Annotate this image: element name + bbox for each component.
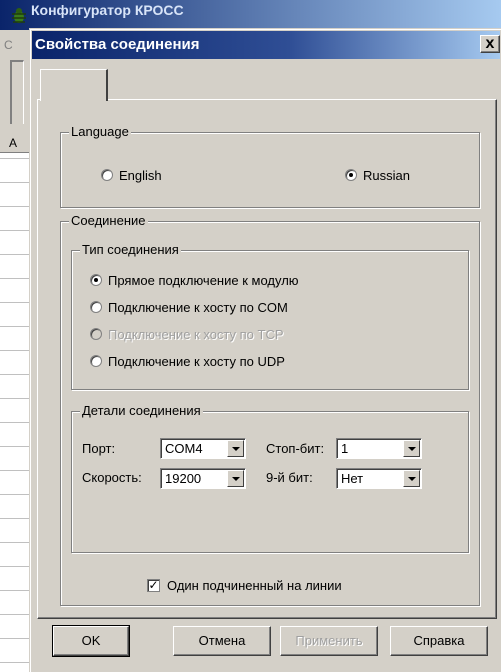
single-slave-checkbox[interactable]: ✓ Один подчиненный на линии [147, 577, 447, 595]
connection-type-legend: Тип соединения [80, 242, 181, 258]
radio-direct-module-label: Прямое подключение к модулю [108, 273, 299, 288]
ninth-bit-label: 9-й бит: [266, 470, 313, 485]
cancel-button[interactable]: Отмена [173, 626, 271, 656]
radio-host-tcp: Подключение к хосту по TCP [90, 326, 460, 344]
port-value: COM4 [165, 441, 203, 456]
port-select[interactable]: COM4 [160, 438, 246, 459]
dialog-title: Свойства соединения [35, 36, 200, 53]
ninth-bit-value: Нет [341, 471, 364, 486]
main-window-title: Конфигуратор КРОСС [31, 2, 184, 18]
radio-host-com-label: Подключение к хосту по COM [108, 300, 288, 315]
chevron-down-icon[interactable] [227, 470, 244, 487]
speed-select[interactable]: 19200 [160, 468, 246, 489]
dialog-titlebar[interactable]: Свойства соединения [32, 31, 500, 59]
radio-russian-circle[interactable] [345, 169, 357, 181]
radio-host-com[interactable]: Подключение к хосту по COM [90, 299, 460, 317]
radio-russian-label: Russian [363, 168, 410, 183]
close-button[interactable]: x [480, 35, 500, 53]
bug-app-icon [12, 8, 26, 23]
single-slave-label: Один подчиненный на линии [167, 578, 342, 593]
single-slave-checkbox-box[interactable]: ✓ [147, 579, 160, 592]
close-icon: x [485, 35, 495, 52]
connection-details-group: Детали соединения Порт: COM4 Стоп-бит: 1… [71, 403, 469, 553]
radio-host-tcp-label: Подключение к хосту по TCP [108, 327, 284, 342]
chevron-down-icon[interactable] [227, 440, 244, 457]
chevron-down-icon[interactable] [403, 470, 420, 487]
radio-russian[interactable]: Russian [345, 167, 465, 185]
chevron-down-icon[interactable] [403, 440, 420, 457]
tab-1[interactable] [40, 69, 108, 101]
radio-english[interactable]: English [101, 167, 221, 185]
connection-details-legend: Детали соединения [80, 403, 203, 419]
radio-direct-module[interactable]: Прямое подключение к модулю [90, 272, 460, 290]
connection-group: Соединение Тип соединения Прямое подключ… [60, 213, 480, 606]
radio-host-udp-label: Подключение к хосту по UDP [108, 354, 285, 369]
tab-page: Language English Russian Соединение Тип … [37, 99, 497, 619]
main-window-grid-header: А [0, 135, 30, 153]
speed-value: 19200 [165, 471, 202, 486]
radio-host-tcp-circle [90, 328, 102, 340]
main-window-grid [0, 135, 30, 672]
connection-legend: Соединение [69, 213, 148, 229]
stopbits-select[interactable]: 1 [336, 438, 422, 459]
connection-type-group: Тип соединения Прямое подключение к моду… [71, 242, 469, 390]
radio-host-udp-circle[interactable] [90, 355, 102, 367]
radio-host-com-circle[interactable] [90, 301, 102, 313]
main-window-panel [10, 60, 24, 124]
stopbits-label: Стоп-бит: [266, 441, 325, 456]
apply-button: Применить [280, 626, 378, 656]
radio-host-udp[interactable]: Подключение к хосту по UDP [90, 353, 460, 371]
language-legend: Language [69, 124, 131, 140]
connection-properties-dialog: Свойства соединения x Language English R… [29, 28, 501, 672]
ok-button[interactable]: OK [52, 625, 130, 657]
main-window-menu-fragment: С [4, 38, 13, 52]
radio-english-label: English [119, 168, 162, 183]
stopbits-value: 1 [341, 441, 349, 456]
speed-label: Скорость: [82, 470, 142, 485]
ninth-bit-select[interactable]: Нет [336, 468, 422, 489]
port-label: Порт: [82, 441, 116, 456]
help-button[interactable]: Справка [390, 626, 488, 656]
radio-english-circle[interactable] [101, 169, 113, 181]
radio-direct-module-circle[interactable] [90, 274, 102, 286]
language-group: Language English Russian [60, 124, 480, 208]
